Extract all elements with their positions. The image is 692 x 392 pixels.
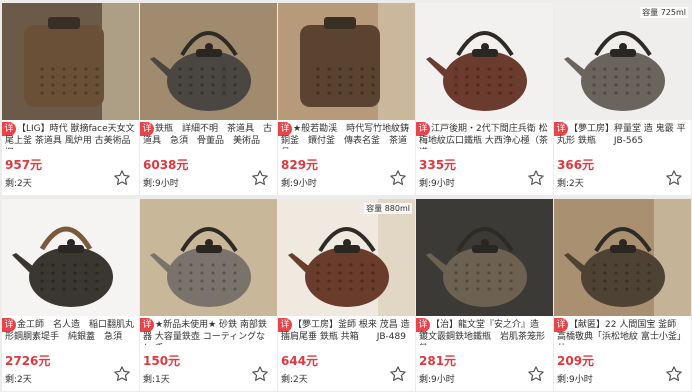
listing-price: 644元 bbox=[281, 354, 319, 368]
listing-image[interactable] bbox=[140, 3, 277, 120]
time-remaining: 剩:2天 bbox=[281, 375, 308, 385]
listing-image[interactable] bbox=[140, 199, 277, 316]
time-remaining: 剩:9小时 bbox=[419, 375, 455, 385]
time-remaining: 剩:2天 bbox=[5, 375, 32, 385]
listing-image[interactable] bbox=[2, 3, 139, 120]
listing-title[interactable]: 【献匿】22 人間国宝 釜師 高橋敬典「浜松地紋 富士小釜」共… bbox=[557, 319, 687, 345]
listing-card[interactable]: 详鉄瓶 詳細不明 茶道具 古道具 急須 骨董品 美術品 6038元 剩:9小时 bbox=[140, 3, 277, 195]
listing-image[interactable] bbox=[278, 3, 415, 120]
listing-title[interactable]: 【LIG】時代 獣摘face天女文 尾上釜 茶道具 風炉用 古美術品 旧… bbox=[5, 123, 135, 149]
listing-image[interactable] bbox=[416, 3, 553, 120]
listing-title[interactable]: 鉄瓶 詳細不明 茶道具 古道具 急須 骨董品 美術品 bbox=[143, 123, 273, 149]
listing-title[interactable]: ★般若勘渓 時代写竹地紋鋳銅釜 鐶付釜 傳表名釜 茶道具 bbox=[281, 123, 411, 149]
listing-card[interactable]: 详★新品未使用★ 砂鉄 南部鉄器 大容量鉄壺 コーティングなし 手…150元剩:… bbox=[140, 199, 277, 391]
favorite-star-icon[interactable] bbox=[665, 365, 683, 383]
listing-card[interactable]: 详江戸後期・2代下間庄兵衛 松梅地紋広口鐵瓶 大西浄心極（茶道…335元剩:9小… bbox=[416, 3, 553, 195]
favorite-star-icon[interactable] bbox=[113, 169, 131, 187]
time-remaining: 剩:1天 bbox=[143, 375, 170, 385]
listing-price: 2726元 bbox=[5, 354, 51, 368]
listing-card[interactable]: 详【LIG】時代 獣摘face天女文 尾上釜 茶道具 風炉用 古美術品 旧…95… bbox=[2, 3, 139, 195]
listing-image[interactable] bbox=[2, 199, 139, 316]
favorite-star-icon[interactable] bbox=[527, 365, 545, 383]
time-remaining: 剩:9小时 bbox=[143, 179, 179, 189]
time-remaining: 剩:2天 bbox=[5, 179, 32, 189]
listing-price: 209元 bbox=[557, 354, 595, 368]
listing-title[interactable]: 【夢工房】秤量堂 造 鬼霰 平丸形 鉄瓶 JB-565 bbox=[557, 123, 687, 149]
listing-card[interactable]: 容量 725ml 详【夢工房】秤量堂 造 鬼霰 平丸形 鉄瓶 JB-565 366元… bbox=[554, 3, 691, 195]
listing-price: 281元 bbox=[419, 354, 457, 368]
listing-card[interactable]: 详【治】龍文堂『安之介』造 鍍文霰鋼鉄地鐵瓶 岩肌茶笼形鉄…281元剩:9小时 bbox=[416, 199, 553, 391]
favorite-star-icon[interactable] bbox=[389, 365, 407, 383]
time-remaining: 剩:9小时 bbox=[419, 179, 455, 189]
listing-price: 829元 bbox=[281, 158, 319, 172]
listing-price: 150元 bbox=[143, 354, 181, 368]
listing-price: 957元 bbox=[5, 158, 43, 172]
listing-card[interactable]: 详【献匿】22 人間国宝 釜師 高橋敬典「浜松地紋 富士小釜」共…209元剩:9… bbox=[554, 199, 691, 391]
listing-title[interactable]: 【夢工房】釜師 根来 茂昌 造 擂肩尾垂 鉄瓶 共箱 JB-489 bbox=[281, 319, 411, 345]
favorite-star-icon[interactable] bbox=[251, 365, 269, 383]
time-remaining: 剩:9小时 bbox=[281, 179, 317, 189]
listing-grid: 详【LIG】時代 獣摘face天女文 尾上釜 茶道具 風炉用 古美術品 旧…95… bbox=[0, 0, 692, 392]
listing-title[interactable]: 【治】龍文堂『安之介』造 鍍文霰鋼鉄地鐵瓶 岩肌茶笼形鉄… bbox=[419, 319, 549, 345]
listing-price: 366元 bbox=[557, 158, 595, 172]
favorite-star-icon[interactable] bbox=[389, 169, 407, 187]
listing-image[interactable] bbox=[554, 3, 691, 120]
listing-title[interactable]: 江戸後期・2代下間庄兵衛 松梅地紋広口鐵瓶 大西浄心極（茶道… bbox=[419, 123, 549, 149]
favorite-star-icon[interactable] bbox=[251, 169, 269, 187]
listing-image[interactable] bbox=[554, 199, 691, 316]
listing-title[interactable]: 金工師 名人造 稲口翻肌丸形鋼胴素堤手 純銀蓋 急須 bbox=[5, 319, 135, 345]
capacity-label: 容量 880ml bbox=[364, 203, 412, 214]
listing-price: 335元 bbox=[419, 158, 457, 172]
listing-price: 6038元 bbox=[143, 158, 189, 172]
favorite-star-icon[interactable] bbox=[527, 169, 545, 187]
listing-card[interactable]: 详金工師 名人造 稲口翻肌丸形鋼胴素堤手 純銀蓋 急須 2726元 剩:2天 bbox=[2, 199, 139, 391]
listing-image[interactable] bbox=[278, 199, 415, 316]
favorite-star-icon[interactable] bbox=[665, 169, 683, 187]
listing-card[interactable]: 容量 880ml 详【夢工房】釜師 根来 茂昌 造 擂肩尾垂 鉄瓶 共箱 JB-4… bbox=[278, 199, 415, 391]
favorite-star-icon[interactable] bbox=[113, 365, 131, 383]
time-remaining: 剩:9小时 bbox=[557, 375, 593, 385]
listing-title[interactable]: ★新品未使用★ 砂鉄 南部鉄器 大容量鉄壺 コーティングなし 手… bbox=[143, 319, 273, 345]
time-remaining: 剩:2天 bbox=[557, 179, 584, 189]
listing-image[interactable] bbox=[416, 199, 553, 316]
listing-card[interactable]: 详★般若勘渓 時代写竹地紋鋳銅釜 鐶付釜 傳表名釜 茶道具829元剩:9小时 bbox=[278, 3, 415, 195]
capacity-label: 容量 725ml bbox=[640, 7, 688, 18]
